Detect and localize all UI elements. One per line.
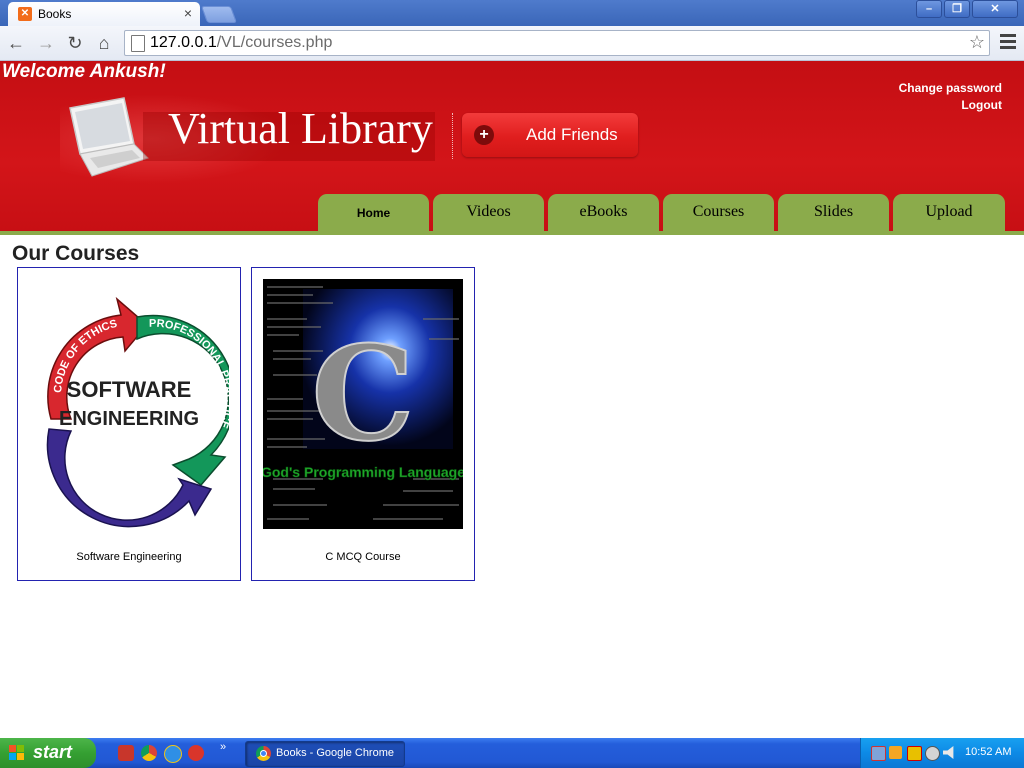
- url-path: /VL/courses.php: [216, 34, 333, 51]
- address-bar[interactable]: 127.0.0.1/VL/courses.php ☆: [124, 30, 990, 56]
- course-label[interactable]: Software Engineering: [18, 551, 240, 563]
- browser-toolbar: ← → ↻ ⌂ 127.0.0.1/VL/courses.php ☆: [0, 26, 1024, 61]
- tab-close-icon[interactable]: ×: [184, 5, 192, 21]
- page-title: Our Courses: [12, 242, 140, 265]
- page-icon: [131, 35, 145, 52]
- chrome-quicklaunch-icon[interactable]: [141, 745, 157, 761]
- close-window-button[interactable]: ✕: [972, 0, 1018, 18]
- xampp-tray-icon[interactable]: [889, 746, 902, 759]
- quicklaunch-chevron-icon[interactable]: »: [220, 741, 226, 753]
- start-button[interactable]: start: [0, 738, 96, 768]
- system-tray: 10:52 AM: [860, 738, 1024, 768]
- software-engineering-image[interactable]: CODE OF ETHICS PROFESSIONAL PRACTICE INT…: [29, 279, 229, 529]
- start-label: start: [33, 742, 73, 762]
- laptop-icon: [69, 97, 149, 177]
- home-icon[interactable]: ⌂: [93, 32, 115, 54]
- taskbar-clock[interactable]: 10:52 AM: [965, 746, 1011, 758]
- tab-books[interactable]: ✕ Books ×: [8, 2, 200, 26]
- nav-videos[interactable]: Videos: [433, 194, 544, 231]
- windows-flag-icon: [9, 745, 25, 761]
- taskbar-item-chrome[interactable]: Books - Google Chrome: [245, 741, 405, 767]
- forward-icon[interactable]: →: [35, 32, 57, 54]
- course-card-c-mcq[interactable]: C God's Programming Language C MCQ Cours…: [251, 267, 475, 581]
- c-letter: C: [311, 317, 414, 470]
- nav-ebooks[interactable]: eBooks: [548, 194, 659, 231]
- c-programming-image[interactable]: C God's Programming Language: [263, 279, 463, 529]
- main-nav: Home Videos eBooks Courses Slides Upload: [318, 194, 1005, 231]
- minimize-button[interactable]: –: [916, 0, 942, 18]
- nav-home[interactable]: Home: [318, 194, 429, 231]
- site-brand[interactable]: Virtual Library: [168, 103, 433, 154]
- url-text: 127.0.0.1/VL/courses.php: [150, 34, 332, 52]
- nav-slides[interactable]: Slides: [778, 194, 889, 231]
- change-password-link[interactable]: Change password: [899, 80, 1002, 97]
- taskbar-item-label: Books - Google Chrome: [276, 747, 394, 759]
- window-controls: – ❐ ✕: [914, 0, 1018, 18]
- security-alert-icon[interactable]: [907, 746, 922, 761]
- chrome-menu-icon[interactable]: [1000, 34, 1016, 52]
- opera-icon[interactable]: [188, 745, 204, 761]
- internet-explorer-icon[interactable]: [164, 745, 182, 763]
- welcome-message: Welcome Ankush!: [2, 61, 166, 82]
- nav-upload[interactable]: Upload: [893, 194, 1005, 231]
- network-icon[interactable]: [871, 746, 886, 761]
- windows-taskbar: start » Books - Google Chrome 10:52 AM: [0, 738, 1024, 768]
- se-center-top: SOFTWARE: [67, 377, 192, 402]
- course-card-software-engineering[interactable]: CODE OF ETHICS PROFESSIONAL PRACTICE INT…: [17, 267, 241, 581]
- nav-underline: [0, 231, 1024, 235]
- nav-courses[interactable]: Courses: [663, 194, 774, 231]
- account-links: Change password Logout: [899, 80, 1002, 114]
- restore-button[interactable]: ❐: [944, 0, 970, 18]
- volume-icon[interactable]: [943, 746, 954, 759]
- plus-icon: +: [474, 125, 494, 145]
- download-manager-icon[interactable]: [118, 745, 134, 761]
- course-label[interactable]: C MCQ Course: [252, 551, 474, 563]
- back-icon[interactable]: ←: [5, 32, 27, 54]
- logout-link[interactable]: Logout: [899, 97, 1002, 114]
- media-icon[interactable]: [925, 746, 940, 761]
- url-host: 127.0.0.1: [150, 34, 217, 51]
- header-divider: [452, 113, 453, 159]
- reload-icon[interactable]: ↻: [64, 32, 86, 54]
- xampp-icon: ✕: [18, 7, 32, 21]
- chrome-icon: [256, 746, 271, 761]
- site-header: Welcome Ankush! Change password Logout V…: [0, 61, 1024, 231]
- se-center-bottom: ENGINEERING: [59, 408, 199, 430]
- new-tab-button[interactable]: [200, 6, 238, 23]
- tab-title: Books: [38, 7, 72, 21]
- add-friends-button[interactable]: + Add Friends: [462, 113, 638, 157]
- bookmark-star-icon[interactable]: ☆: [969, 32, 985, 53]
- add-friends-label: Add Friends: [526, 125, 618, 144]
- c-caption: God's Programming Language: [263, 464, 463, 480]
- browser-titlebar: ✕ Books × – ❐ ✕: [0, 0, 1024, 26]
